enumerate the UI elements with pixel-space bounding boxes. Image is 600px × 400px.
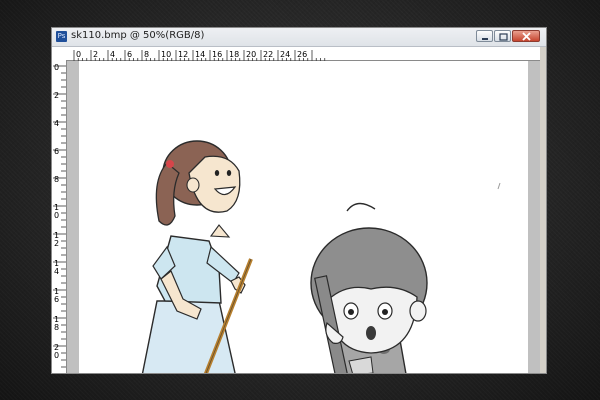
ruler-label: 0 bbox=[54, 211, 59, 220]
vertical-ruler[interactable]: 02468101214161820 bbox=[52, 60, 67, 373]
vertical-ruler-ticks: 02468101214161820 bbox=[53, 63, 66, 368]
close-button[interactable] bbox=[512, 30, 540, 42]
canvas-viewport[interactable] bbox=[67, 61, 541, 373]
ruler-label: 16 bbox=[212, 50, 222, 59]
minimize-button[interactable] bbox=[476, 30, 493, 42]
vertical-scrollbar[interactable] bbox=[540, 47, 546, 373]
minimize-icon bbox=[482, 38, 488, 40]
ruler-label: 0 bbox=[54, 63, 59, 72]
boy-figure bbox=[310, 202, 428, 373]
ruler-label: 2 bbox=[93, 50, 98, 59]
ruler-label: 4 bbox=[54, 119, 59, 128]
cartoon-illustration bbox=[141, 140, 501, 373]
photoshop-icon: Ps bbox=[56, 31, 67, 42]
ruler-label: 2 bbox=[54, 239, 59, 248]
maximize-icon bbox=[499, 33, 508, 41]
ruler-label: 26 bbox=[297, 50, 307, 59]
ruler-label: 10 bbox=[161, 50, 171, 59]
ruler-label: 12 bbox=[178, 50, 188, 59]
ruler-label: 0 bbox=[54, 351, 59, 360]
ruler-label: 6 bbox=[127, 50, 132, 59]
ruler-label: 4 bbox=[110, 50, 115, 59]
ruler-label: 6 bbox=[54, 295, 59, 304]
girl-sweeping-figure bbox=[141, 140, 253, 373]
ruler-label: 8 bbox=[144, 50, 149, 59]
ruler-label: 6 bbox=[54, 147, 59, 156]
ruler-label: 4 bbox=[54, 267, 59, 276]
ruler-label: 14 bbox=[195, 50, 205, 59]
ruler-origin[interactable] bbox=[52, 47, 67, 61]
ruler-label: 18 bbox=[229, 50, 239, 59]
ruler-label: 24 bbox=[280, 50, 290, 59]
maximize-button[interactable] bbox=[494, 30, 511, 42]
title-bar[interactable]: Ps sk110.bmp @ 50%(RGB/8) bbox=[52, 28, 546, 47]
ruler-label: 8 bbox=[54, 323, 59, 332]
ruler-label: 0 bbox=[76, 50, 81, 59]
ruler-label: 20 bbox=[246, 50, 256, 59]
ruler-label: 22 bbox=[263, 50, 273, 59]
document-canvas[interactable] bbox=[79, 61, 528, 373]
document-window[interactable]: Ps sk110.bmp @ 50%(RGB/8) 0 2 4 6 8 10 12 14 16 1… bbox=[51, 27, 547, 374]
ruler-label: 2 bbox=[54, 91, 59, 100]
close-icon bbox=[522, 32, 531, 41]
window-title: sk110.bmp @ 50%(RGB/8) bbox=[71, 30, 205, 41]
ruler-label: 8 bbox=[54, 175, 59, 184]
horizontal-ruler[interactable]: 0 2 4 6 8 10 12 14 16 18 20 22 24 26 bbox=[66, 47, 544, 62]
